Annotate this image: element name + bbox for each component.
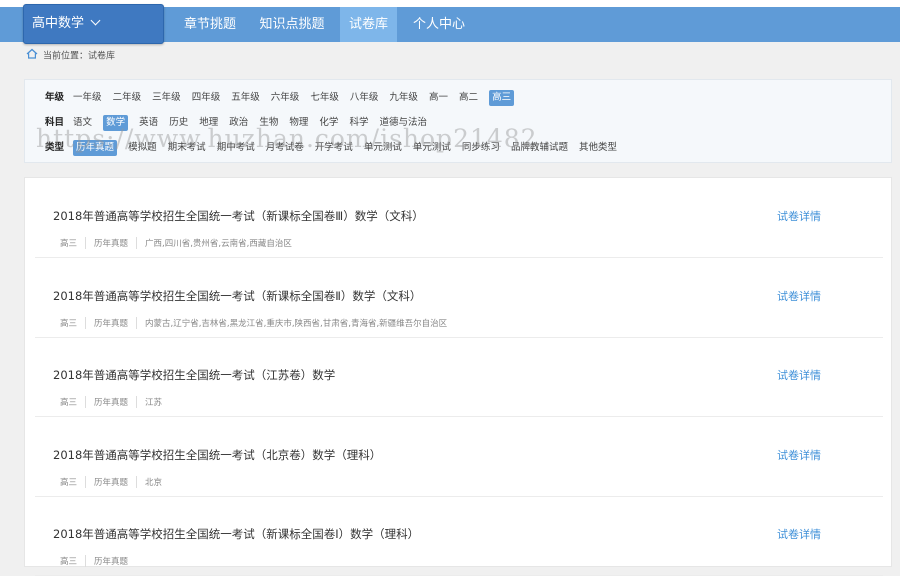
grade-option[interactable]: 六年级 <box>271 90 300 106</box>
paper-item: 2018年普通高等学校招生全国统一考试（新课标全国卷Ⅰ）数学（理科） 试卷详情 … <box>35 496 883 576</box>
paper-type: 历年真题 <box>94 476 138 488</box>
paper-grade: 高三 <box>60 396 87 408</box>
nav-paper-library[interactable]: 试卷库 <box>340 7 397 42</box>
paper-item: 2018年普通高等学校招生全国统一考试（新课标全国卷Ⅱ）数学（文科） 试卷详情 … <box>35 258 883 338</box>
breadcrumb: 当前位置：试卷库 <box>26 48 115 62</box>
grade-option[interactable]: 高一 <box>429 90 448 106</box>
paper-item: 2018年普通高等学校招生全国统一考试（新课标全国卷Ⅲ）数学（文科） 试卷详情 … <box>35 178 883 258</box>
paper-detail-link[interactable]: 试卷详情 <box>777 447 821 463</box>
paper-type: 历年真题 <box>94 317 138 329</box>
paper-type: 历年真题 <box>94 237 138 249</box>
paper-detail-link[interactable]: 试卷详情 <box>777 526 821 542</box>
paper-meta: 高三 历年真题 广西,四川省,贵州省,云南省,西藏自治区 <box>60 237 308 249</box>
breadcrumb-text: 当前位置：试卷库 <box>43 51 116 62</box>
paper-title[interactable]: 2018年普通高等学校招生全国统一考试（江苏卷）数学 <box>53 367 335 383</box>
paper-item: 2018年普通高等学校招生全国统一考试（江苏卷）数学 试卷详情 高三 历年真题 江苏 <box>35 337 883 417</box>
nav-personal-center[interactable]: 个人中心 <box>405 7 473 42</box>
paper-type: 历年真题 <box>94 396 138 408</box>
paper-type: 历年真题 <box>94 557 129 567</box>
paper-region: 江苏 <box>145 398 163 408</box>
grade-option[interactable]: 七年级 <box>310 90 339 106</box>
paper-grade: 高三 <box>60 476 87 488</box>
paper-meta: 高三 历年真题 内蒙古,辽宁省,吉林省,黑龙江省,重庆市,陕西省,甘肃省,青海省,新… <box>60 317 463 329</box>
paper-grade: 高三 <box>60 237 87 249</box>
grade-option[interactable]: 九年级 <box>389 90 418 106</box>
grade-filter: 年级 一年级 二年级 三年级 四年级 五年级 六年级 七年级 八年级 九年级 高… <box>45 90 522 106</box>
grade-option[interactable]: 三年级 <box>152 90 181 106</box>
paper-region: 内蒙古,辽宁省,吉林省,黑龙江省,重庆市,陕西省,甘肃省,青海省,新疆维吾尔自治… <box>145 319 448 329</box>
paper-detail-link[interactable]: 试卷详情 <box>777 367 821 383</box>
grade-option[interactable]: 五年级 <box>231 90 260 106</box>
paper-meta: 高三 历年真题 <box>60 555 144 567</box>
paper-detail-link[interactable]: 试卷详情 <box>777 208 821 224</box>
paper-item: 2018年普通高等学校招生全国统一考试（北京卷）数学（理科） 试卷详情 高三 历年… <box>35 417 883 497</box>
paper-detail-link[interactable]: 试卷详情 <box>777 288 821 304</box>
paper-region: 北京 <box>145 478 163 488</box>
chevron-down-icon <box>90 15 101 26</box>
paper-title[interactable]: 2018年普通高等学校招生全国统一考试（北京卷）数学（理科） <box>53 447 381 463</box>
home-icon[interactable] <box>26 48 38 64</box>
grade-option[interactable]: 一年级 <box>73 90 102 106</box>
paper-meta: 高三 历年真题 江苏 <box>60 396 178 408</box>
paper-list: 2018年普通高等学校招生全国统一考试（新课标全国卷Ⅲ）数学（文科） 试卷详情 … <box>24 177 892 576</box>
grade-filter-label: 年级 <box>45 92 65 103</box>
nav-knowledge[interactable]: 知识点挑题 <box>252 7 332 42</box>
paper-grade: 高三 <box>60 555 87 567</box>
paper-grade: 高三 <box>60 317 87 329</box>
paper-meta: 高三 历年真题 北京 <box>60 476 178 488</box>
subject-label: 高中数学 <box>32 16 85 31</box>
paper-title[interactable]: 2018年普通高等学校招生全国统一考试（新课标全国卷Ⅲ）数学（文科） <box>53 208 424 224</box>
watermark: https://www.huzhan.com/ishop21482 <box>36 124 538 153</box>
grade-option[interactable]: 二年级 <box>113 90 142 106</box>
grade-option-selected[interactable]: 高三 <box>489 90 515 106</box>
subject-dropdown[interactable]: 高中数学 <box>23 4 164 44</box>
grade-option[interactable]: 高二 <box>459 90 478 106</box>
paper-title[interactable]: 2018年普通高等学校招生全国统一考试（新课标全国卷Ⅰ）数学（理科） <box>53 526 419 542</box>
paper-title[interactable]: 2018年普通高等学校招生全国统一考试（新课标全国卷Ⅱ）数学（文科） <box>53 288 421 304</box>
paper-region: 广西,四川省,贵州省,云南省,西藏自治区 <box>145 239 292 249</box>
type-option[interactable]: 其他类型 <box>579 140 617 156</box>
grade-option[interactable]: 八年级 <box>350 90 379 106</box>
grade-option[interactable]: 四年级 <box>192 90 221 106</box>
nav-chapter[interactable]: 章节挑题 <box>176 7 244 42</box>
